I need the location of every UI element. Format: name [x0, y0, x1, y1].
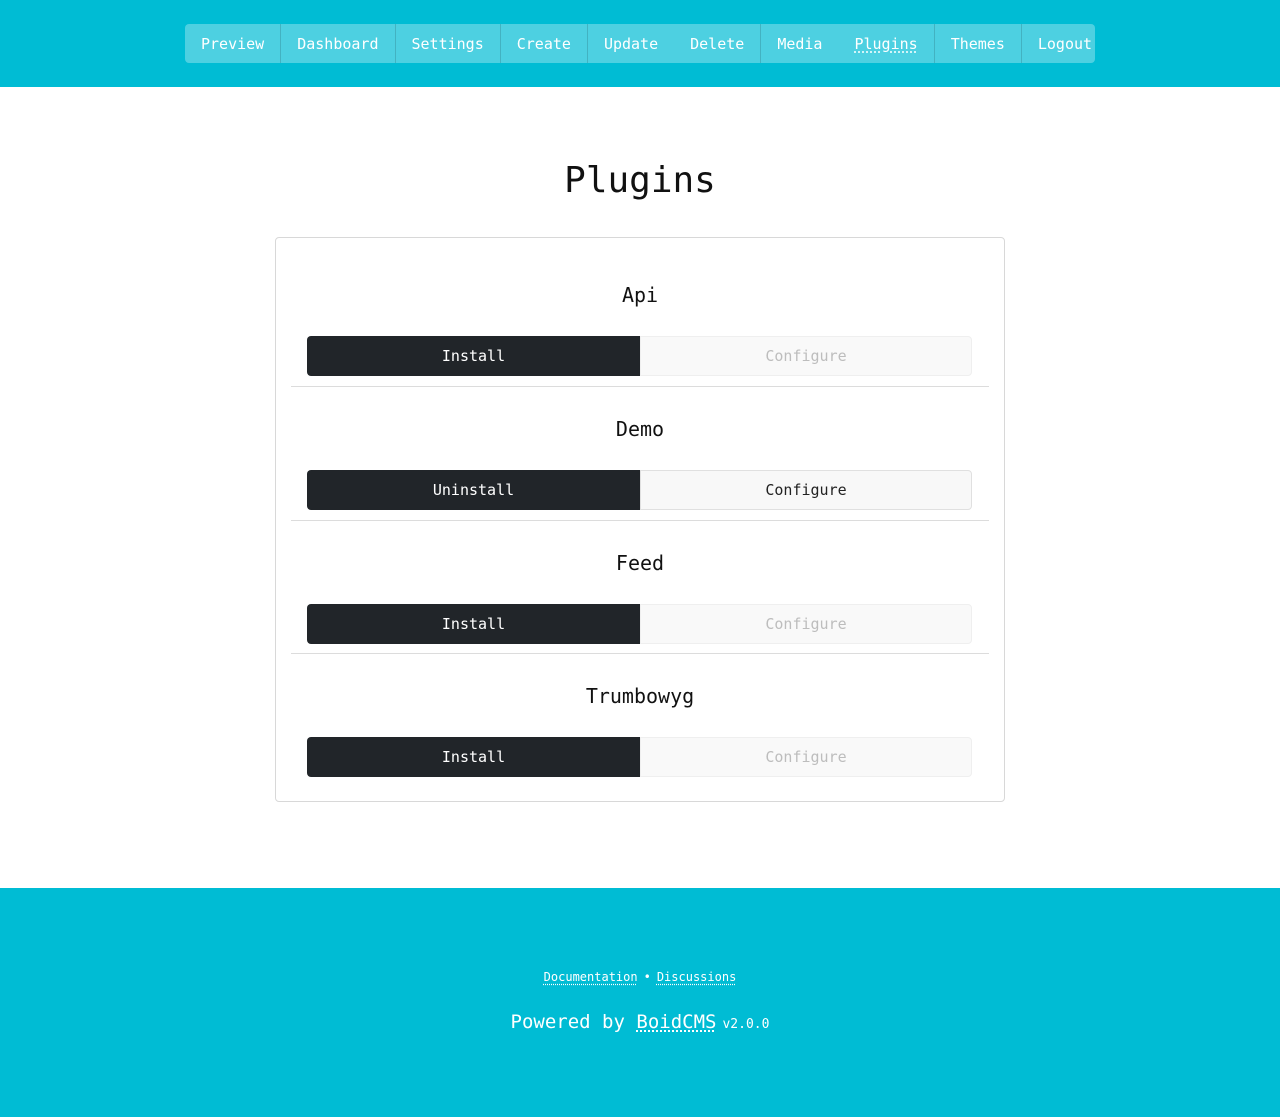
plugin-row: Feed Install Configure	[291, 520, 989, 653]
footer: Documentation • Discussions Powered by Boi…	[0, 888, 1280, 1117]
plugin-row: Trumbowyg Install Configure	[291, 653, 989, 786]
nav-group: Settings	[394, 24, 500, 63]
plugins-card: Api Install Configure Demo Uninstall Configur…	[275, 237, 1005, 802]
nav-link-plugins[interactable]: Plugins	[838, 24, 933, 63]
install-button[interactable]: Install	[307, 737, 640, 777]
configure-button: Configure	[640, 336, 972, 376]
brand-link[interactable]: BoidCMS	[636, 1011, 716, 1033]
plugin-name: Feed	[615, 551, 665, 575]
nav-group: Update Delete	[586, 24, 760, 63]
nav-link-dashboard[interactable]: Dashboard	[281, 24, 394, 63]
version-label: v2.0.0	[722, 1017, 770, 1032]
top-bar: Preview Dashboard Settings Create Update Dele…	[0, 0, 1280, 87]
configure-button[interactable]: Configure	[640, 470, 972, 510]
nav-group: Create	[499, 24, 587, 63]
nav-group: Logout	[1020, 24, 1095, 63]
plugin-row: Demo Uninstall Configure	[291, 386, 989, 519]
configure-button: Configure	[640, 604, 972, 644]
nav-group: Themes	[933, 24, 1021, 63]
footer-links: Documentation • Discussions	[0, 970, 1280, 984]
plugin-name: Api	[621, 283, 659, 307]
nav-link-media[interactable]: Media	[761, 24, 838, 63]
main-nav: Preview Dashboard Settings Create Update Dele…	[185, 24, 1095, 63]
nav-group: Media Plugins	[760, 24, 933, 63]
nav-link-create[interactable]: Create	[501, 24, 587, 63]
documentation-link[interactable]: Documentation	[544, 970, 638, 984]
page-title: Plugins	[564, 160, 716, 201]
discussions-link[interactable]: Discussions	[657, 970, 736, 984]
plugin-name: Demo	[615, 417, 665, 441]
footer-separator: •	[643, 970, 651, 984]
nav-link-update[interactable]: Update	[588, 24, 674, 63]
install-button[interactable]: Install	[307, 604, 640, 644]
uninstall-button[interactable]: Uninstall	[307, 470, 640, 510]
plugin-name: Trumbowyg	[585, 684, 695, 708]
powered-by-text: Powered by	[510, 1011, 625, 1033]
nav-link-logout[interactable]: Logout	[1022, 24, 1095, 63]
nav-link-preview[interactable]: Preview	[185, 24, 280, 63]
configure-button: Configure	[640, 737, 972, 777]
nav-link-delete[interactable]: Delete	[674, 24, 760, 63]
nav-link-themes[interactable]: Themes	[935, 24, 1021, 63]
nav-link-settings[interactable]: Settings	[396, 24, 500, 63]
plugin-row: Api Install Configure	[291, 253, 989, 386]
nav-group: Dashboard	[280, 24, 394, 63]
install-button[interactable]: Install	[307, 336, 640, 376]
powered-by: Powered by BoidCMS v2.0.0	[0, 1011, 1280, 1033]
nav-group: Preview	[185, 24, 280, 63]
